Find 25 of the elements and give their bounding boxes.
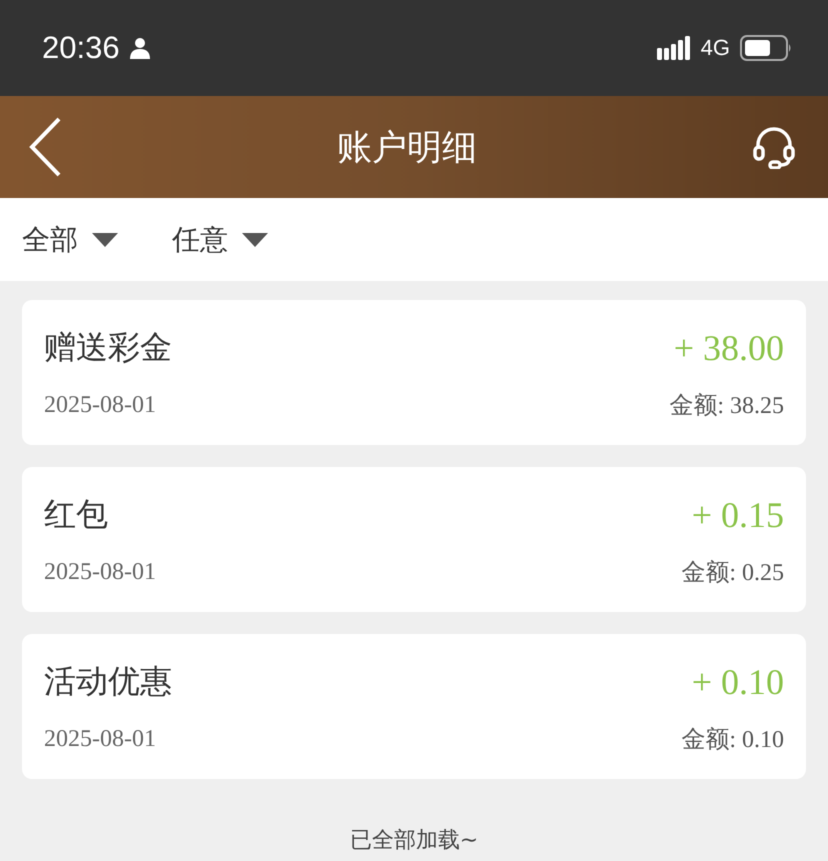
record-date: 2025-08-01 bbox=[44, 726, 156, 752]
caret-icon bbox=[242, 232, 268, 246]
record-date: 2025-08-01 bbox=[44, 392, 156, 418]
signal-icon bbox=[656, 36, 691, 60]
back-icon[interactable] bbox=[28, 117, 62, 177]
record-title: 活动优惠 bbox=[44, 661, 172, 702]
filter-dropdown[interactable]: 任意 bbox=[172, 220, 268, 258]
end-of-list-text: 已全部加载~ bbox=[350, 828, 478, 853]
record-title: 红包 bbox=[44, 494, 108, 535]
record-title: 赠送彩金 bbox=[44, 327, 172, 368]
person-icon bbox=[130, 37, 150, 59]
balance-text: 金额: 0.25 bbox=[681, 558, 784, 588]
amount-text: + 38.00 bbox=[674, 327, 784, 369]
headset-icon[interactable] bbox=[752, 125, 796, 169]
battery-icon bbox=[740, 35, 792, 61]
caret-icon bbox=[92, 232, 118, 246]
amount-text: + 0.15 bbox=[692, 494, 784, 536]
balance-text: 金额: 0.10 bbox=[681, 726, 784, 755]
clock-time: 20:36 bbox=[42, 30, 120, 66]
filter-dropdown[interactable]: 全部 bbox=[22, 220, 118, 258]
amount-text: + 0.10 bbox=[692, 661, 784, 703]
record-date: 2025-08-01 bbox=[44, 558, 156, 586]
page-title: 账户明细 bbox=[337, 126, 477, 170]
balance-text: 金额: 38.25 bbox=[669, 392, 784, 421]
network-label: 4G bbox=[700, 35, 730, 61]
